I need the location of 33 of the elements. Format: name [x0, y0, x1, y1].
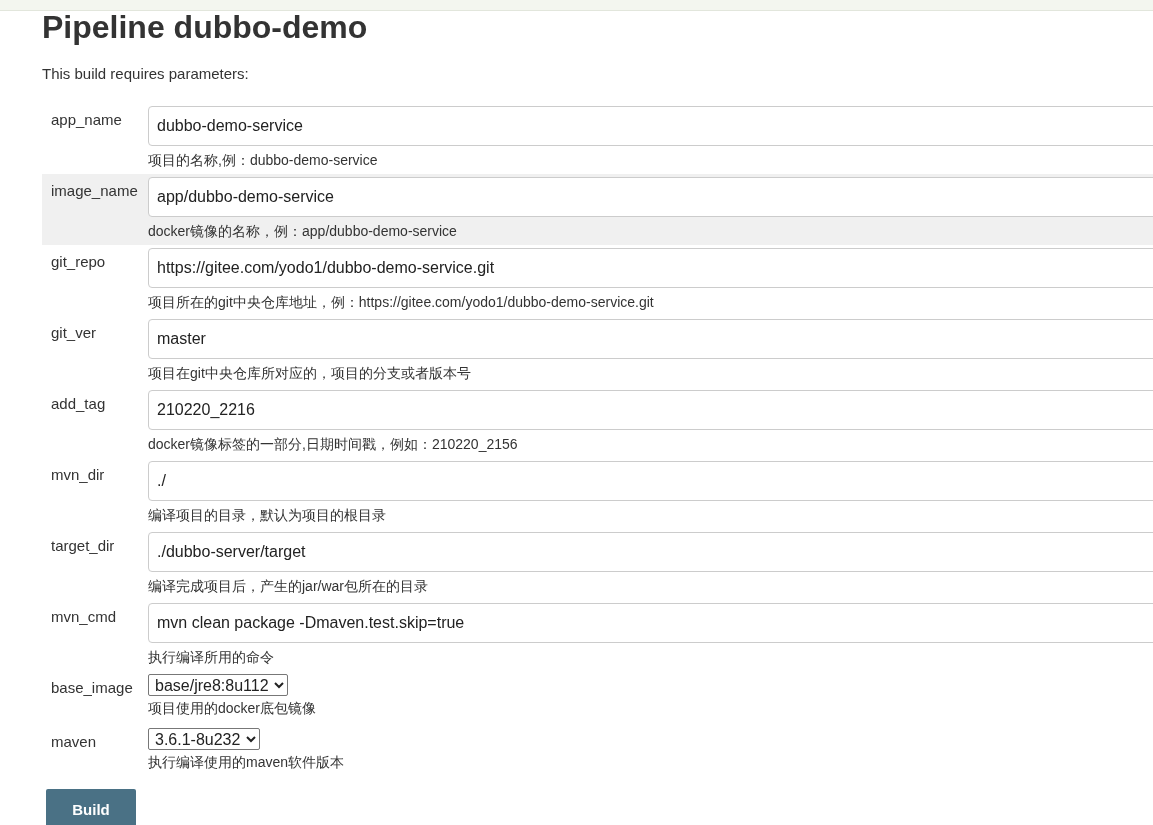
parameter-label: maven: [51, 732, 98, 752]
parameter-description: docker镜像的名称，例：app/dubbo-demo-service: [148, 222, 458, 240]
build-button[interactable]: Build: [46, 789, 136, 825]
parameter-label: app_name: [51, 110, 123, 130]
input-field[interactable]: 210220_2216: [148, 390, 1153, 430]
intro-text: This build requires parameters:: [42, 65, 250, 83]
parameter-description: docker镜像标签的一部分,日期时间戳，例如：210220_2156: [148, 435, 519, 453]
input-field[interactable]: dubbo-demo-service: [148, 106, 1153, 146]
parameter-description: 项目使用的docker底包镜像: [148, 699, 318, 717]
parameter-label: image_name: [51, 181, 139, 201]
parameter-description: 编译完成项目后，产生的jar/war包所在的目录: [148, 577, 429, 595]
parameter-description: 执行编译使用的maven软件版本: [148, 753, 346, 771]
parameter-label: git_ver: [51, 323, 98, 343]
input-field[interactable]: mvn clean package -Dmaven.test.skip=true: [148, 603, 1153, 643]
input-field[interactable]: ./: [148, 461, 1153, 501]
parameter-label: mvn_dir: [51, 465, 106, 485]
input-field[interactable]: master: [148, 319, 1153, 359]
parameter-label: git_repo: [51, 252, 107, 272]
dropdown[interactable]: 3.6.1-8u232: [148, 728, 260, 750]
parameter-description: 项目所在的git中央仓库地址，例：https://gitee.com/yodo1/dubbo-demo-service.git: [148, 293, 655, 311]
parameter-label: add_tag: [51, 394, 107, 414]
parameter-label: target_dir: [51, 536, 116, 556]
parameter-label: base_image: [51, 678, 134, 698]
input-field[interactable]: ./dubbo-server/target: [148, 532, 1153, 572]
parameter-description: 执行编译所用的命令: [148, 648, 275, 666]
input-field[interactable]: https://gitee.com/yodo1/dubbo-demo-service.git: [148, 248, 1153, 288]
page-title: Pipeline dubbo-demo: [42, 11, 369, 43]
parameter-description: 编译项目的目录，默认为项目的根目录: [148, 506, 387, 524]
parameter-description: 项目在git中央仓库所对应的，项目的分支或者版本号: [148, 364, 472, 382]
input-field[interactable]: app/dubbo-demo-service: [148, 177, 1153, 217]
parameter-label: mvn_cmd: [51, 607, 118, 627]
parameter-description: 项目的名称,例：dubbo-demo-service: [148, 151, 379, 169]
dropdown[interactable]: base/jre8:8u112: [148, 674, 288, 696]
